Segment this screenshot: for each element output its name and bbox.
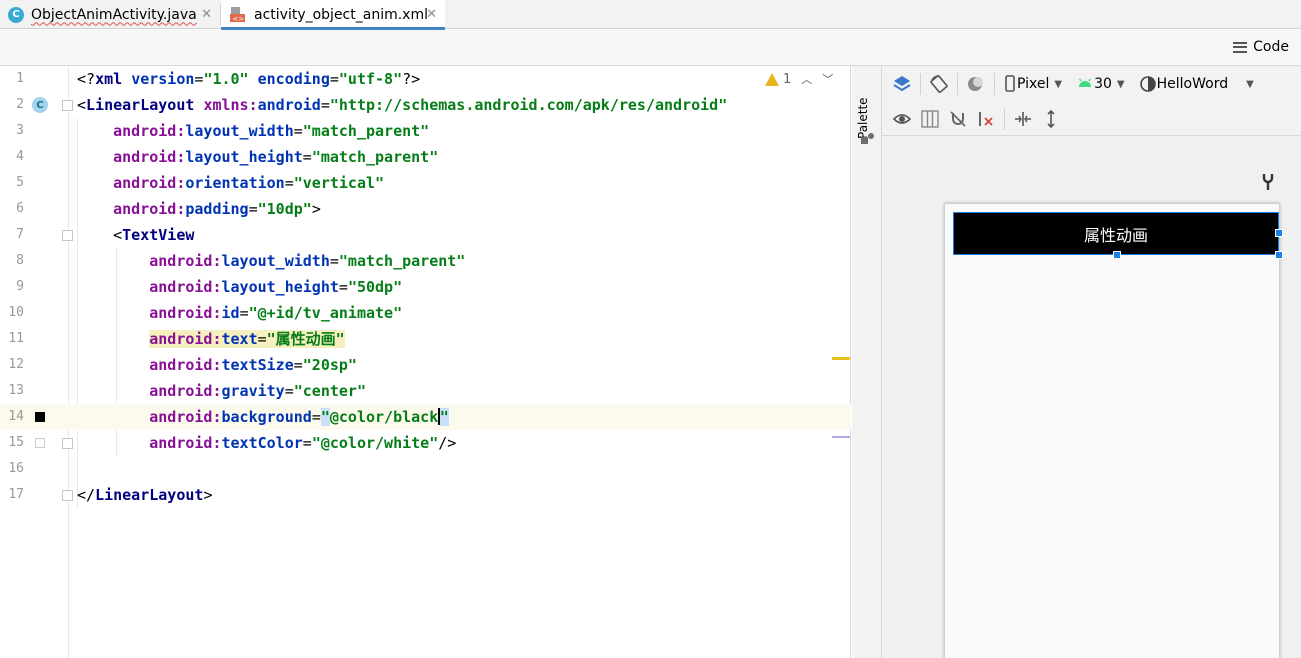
code-text: android:text="属性动画" — [149, 330, 345, 348]
clear-constraints-icon — [979, 111, 993, 126]
code-line[interactable]: 1 <?xml version="1.0" encoding="utf-8"?> — [0, 66, 851, 92]
code-line[interactable]: 15 android:textColor="@color/white"/> — [0, 430, 851, 456]
code-text: android:gravity="center" — [149, 382, 366, 400]
color-swatch-white[interactable] — [35, 438, 45, 448]
code-text: <TextView — [113, 226, 195, 244]
code-text: android:textColor="@color/white"/> — [149, 434, 457, 452]
code-line[interactable]: 12 android:textSize="20sp" — [0, 352, 851, 378]
menu-lines-icon — [1233, 41, 1248, 53]
tab-label: activity_object_anim.xml — [254, 6, 428, 23]
api-level-selector[interactable]: 30 ▼ — [1072, 70, 1129, 98]
java-class-icon: C — [8, 6, 24, 23]
tab-label: ObjectAnimActivity.java — [31, 6, 197, 23]
vertical-arrows-icon — [1047, 109, 1055, 128]
autoconnect-button[interactable] — [944, 105, 972, 133]
code-text: android:layout_height="match_parent" — [113, 148, 439, 166]
theme-icon — [1139, 76, 1156, 92]
magnet-off-icon — [950, 110, 966, 127]
code-text: </LinearLayout> — [77, 486, 213, 504]
view-options-button[interactable] — [888, 105, 916, 133]
fold-icon[interactable] — [62, 100, 73, 111]
activity-link-icon[interactable]: C — [32, 97, 48, 113]
palette-tool-strip: Palette — [852, 66, 882, 658]
android-icon — [1079, 78, 1092, 87]
code-line[interactable]: 6 android:padding="10dp"> — [0, 196, 851, 222]
code-line[interactable]: 16 — [0, 456, 851, 482]
code-line[interactable]: 3 android:layout_width="match_parent" — [0, 118, 851, 144]
code-editor[interactable]: 1 ︿ ﹀ 1 <?xml version="1.0" encoding="ut… — [0, 66, 851, 658]
close-icon[interactable]: ✕ — [201, 7, 212, 22]
resize-handle[interactable] — [1275, 251, 1283, 259]
fold-icon[interactable] — [62, 438, 73, 449]
phone-icon — [1005, 75, 1015, 92]
code-text: android:id="@+id/tv_animate" — [149, 304, 403, 322]
code-text: android:background="@color/black " — [149, 407, 449, 426]
wrench-icon[interactable] — [1262, 173, 1274, 195]
code-text: android:padding="10dp"> — [113, 200, 321, 218]
moon-icon — [968, 77, 983, 91]
code-line[interactable]: 10 android:id="@+id/tv_animate" — [0, 300, 851, 326]
layout-design-panel: Pixel ▼ 30 ▼ HelloWord ▼ 属性动画 — [882, 66, 1301, 658]
editor-mode-toolbar: Code — [0, 30, 1301, 66]
code-text: <?xml version="1.0" encoding="utf-8"?> — [77, 70, 421, 88]
chevron-down-icon: ▼ — [1116, 78, 1125, 90]
chevron-down-icon: ▼ — [1054, 78, 1063, 90]
code-line[interactable]: 11 android:text="属性动画" — [0, 326, 851, 352]
code-view-button[interactable]: Code — [1233, 39, 1289, 55]
xml-file-icon: <> — [229, 6, 246, 23]
code-line[interactable]: 8 android:layout_width="match_parent" — [0, 248, 851, 274]
code-line[interactable]: 7 <TextView — [0, 222, 851, 248]
code-line[interactable]: 5 android:orientation="vertical" — [0, 170, 851, 196]
code-line-current[interactable]: 14 android:background="@color/black " — [0, 404, 851, 430]
code-text: android:layout_width="match_parent" — [149, 252, 466, 270]
resize-handle[interactable] — [1275, 229, 1283, 237]
code-line[interactable]: 9 android:layout_height="50dp" — [0, 274, 851, 300]
theme-selector[interactable]: HelloWord ▼ — [1135, 70, 1258, 98]
eye-icon — [892, 113, 912, 124]
code-line[interactable]: 4 android:layout_height="match_parent" — [0, 144, 851, 170]
design-surface-button[interactable] — [888, 70, 916, 98]
design-toolbar-primary: Pixel ▼ 30 ▼ HelloWord ▼ — [882, 66, 1301, 102]
code-text: android:textSize="20sp" — [149, 356, 357, 374]
info-stripe-marker[interactable] — [832, 436, 850, 438]
tab-activity-object-anim-xml[interactable]: <> activity_object_anim.xml ✕ — [221, 0, 445, 30]
fold-icon[interactable] — [62, 490, 73, 501]
textview-preview[interactable]: 属性动画 — [953, 212, 1279, 255]
color-swatch-black[interactable] — [35, 412, 45, 422]
chevron-down-icon: ▼ — [1246, 78, 1254, 90]
code-line[interactable]: 13 android:gravity="center" — [0, 378, 851, 404]
blueprint-button[interactable] — [916, 105, 944, 133]
editor-tab-bar: C ObjectAnimActivity.java ✕ <> activity_… — [0, 0, 1301, 30]
code-text: android:layout_width="match_parent" — [113, 122, 430, 140]
columns-icon — [921, 109, 939, 128]
code-line[interactable]: 2 C <LinearLayout xmlns:android="http://… — [0, 92, 851, 118]
warning-stripe-marker[interactable] — [832, 357, 850, 360]
device-selector[interactable]: Pixel ▼ — [999, 70, 1066, 98]
code-view-label: Code — [1253, 39, 1289, 55]
palette-shapes-icon[interactable] — [861, 132, 875, 144]
close-icon[interactable]: ✕ — [426, 7, 437, 22]
pack-horizontal-button[interactable] — [1009, 105, 1037, 133]
pack-vertical-button[interactable] — [1037, 105, 1065, 133]
code-text: android:layout_height="50dp" — [149, 278, 403, 296]
horizontal-arrows-icon — [1015, 111, 1031, 126]
design-canvas[interactable]: 属性动画 — [882, 137, 1301, 658]
layers-icon — [893, 76, 911, 92]
fold-icon[interactable] — [62, 230, 73, 241]
clear-constraints-button[interactable] — [972, 105, 1000, 133]
svg-text:<>: <> — [233, 15, 245, 23]
night-mode-button[interactable] — [962, 70, 990, 98]
tab-object-anim-activity[interactable]: C ObjectAnimActivity.java ✕ — [0, 0, 220, 29]
orientation-button[interactable] — [925, 70, 953, 98]
device-preview-frame[interactable]: 属性动画 — [944, 203, 1283, 658]
rotate-icon — [930, 75, 948, 93]
design-toolbar-secondary — [882, 102, 1301, 136]
resize-handle[interactable] — [1113, 251, 1121, 259]
code-text: android:orientation="vertical" — [113, 174, 385, 192]
code-text: <LinearLayout xmlns:android="http://sche… — [77, 96, 728, 114]
code-line[interactable]: 17 </LinearLayout> — [0, 482, 851, 508]
